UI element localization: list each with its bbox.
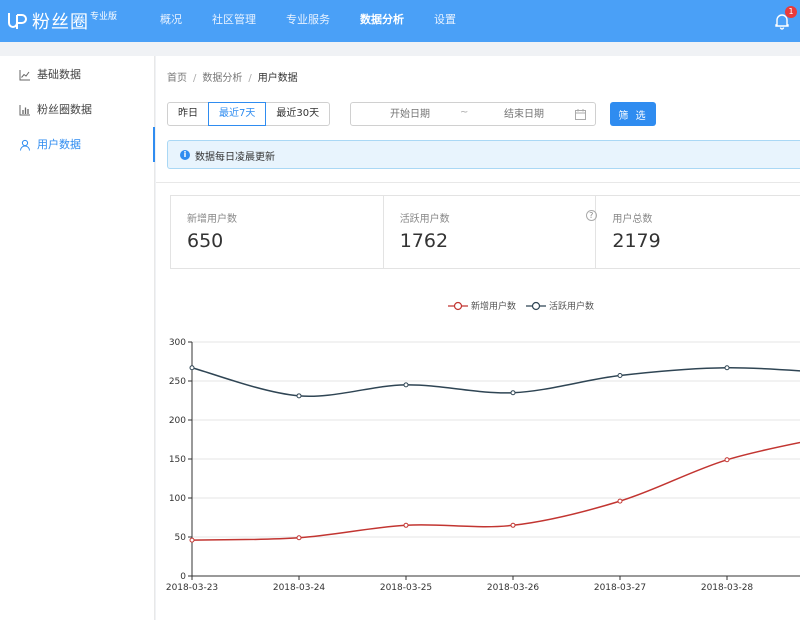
bar-chart-icon <box>19 105 30 116</box>
y-tick-label: 50 <box>175 533 187 543</box>
logo-icon <box>8 13 27 29</box>
y-tick-label: 300 <box>169 338 186 348</box>
legend-marker-icon <box>526 301 547 310</box>
logo[interactable]: 粉丝圈 <box>6 8 89 34</box>
info-alert: i 数据每日凌晨更新 <box>167 140 800 169</box>
stat-value: 1762 <box>399 230 449 252</box>
legend-label: 新增用户数 <box>471 302 517 312</box>
sidebar-item-fan-circle-data[interactable]: 粉丝圈数据 <box>0 92 154 127</box>
stat-label: 用户总数 <box>612 214 653 225</box>
x-tick-label: 2018-03-27 <box>594 583 646 593</box>
x-tick-label: 2018-03-28 <box>701 583 754 593</box>
nav-item-community[interactable]: 社区管理 <box>212 0 256 42</box>
stat-new-users: 新增用户数 650 <box>171 196 384 268</box>
chart-legend: 新增用户数 活跃用户数 <box>448 299 604 312</box>
legend-item-new-users[interactable]: 新增用户数 <box>448 299 516 312</box>
data-point <box>617 498 623 504</box>
logo-text: 粉丝圈 <box>32 12 89 33</box>
data-point <box>403 522 409 528</box>
data-point <box>296 535 302 541</box>
nav-item-overview[interactable]: 概况 <box>160 0 182 42</box>
stat-value: 2179 <box>612 230 661 252</box>
breadcrumb-separator: / <box>248 73 252 84</box>
data-point <box>403 382 409 388</box>
stat-label: 新增用户数 <box>187 214 237 225</box>
legend-item-active-users[interactable]: 活跃用户数 <box>526 299 594 312</box>
end-date-input[interactable] <box>479 107 569 121</box>
data-point <box>724 457 730 463</box>
data-point <box>510 522 516 528</box>
stat-active-users: 活跃用户数 ? 1762 <box>384 196 597 268</box>
main-nav: 概况 社区管理 专业服务 数据分析 设置 <box>160 0 486 42</box>
y-tick-label: 200 <box>169 416 186 426</box>
breadcrumb: 首页 / 数据分析 / 用户数据 <box>167 69 298 84</box>
top-navbar: 粉丝圈 专业版 概况 社区管理 专业服务 数据分析 设置 1 <box>0 0 800 42</box>
start-date-input[interactable] <box>365 107 455 121</box>
y-tick-label: 0 <box>180 572 186 582</box>
nav-item-pro-services[interactable]: 专业服务 <box>286 0 330 42</box>
sidebar-item-user-data[interactable]: 用户数据 <box>0 127 155 162</box>
edition-label: 专业版 <box>90 12 118 22</box>
date-range-separator: ~ <box>460 107 469 118</box>
stats-panel: 新增用户数 650 活跃用户数 ? 1762 用户总数 2179 <box>170 195 800 269</box>
sidebar-item-label: 基础数据 <box>37 68 81 81</box>
info-icon: i <box>180 150 190 160</box>
range-yesterday-button[interactable]: 昨日 <box>167 102 209 126</box>
legend-marker-icon <box>448 301 468 310</box>
line-chart: 0 50 100 150 200 250 300 2018-03-23 2018-03-24 20… <box>166 338 800 593</box>
legend-label: 活跃用户数 <box>549 302 595 312</box>
y-tick-label: 100 <box>169 494 186 504</box>
line-chart-icon <box>19 70 30 81</box>
stat-label: 活跃用户数 <box>399 214 450 225</box>
calendar-icon[interactable] <box>575 109 586 120</box>
series-line <box>191 441 800 541</box>
divider <box>156 182 800 183</box>
notification-badge: 1 <box>785 6 797 18</box>
series-line <box>191 366 800 397</box>
breadcrumb-current: 用户数据 <box>257 73 298 84</box>
sidebar-item-label: 粉丝圈数据 <box>37 103 92 116</box>
y-tick-label: 150 <box>169 455 186 465</box>
data-point <box>189 365 195 371</box>
x-tick-label: 2018-03-23 <box>166 583 218 593</box>
sidebar: 基础数据 粉丝圈数据 用户数据 <box>0 56 155 620</box>
data-point <box>617 373 623 379</box>
range-30-days-button[interactable]: 最近30天 <box>265 102 331 126</box>
data-point <box>296 393 302 399</box>
y-tick-label: 250 <box>169 377 186 387</box>
stat-value: 650 <box>187 230 224 252</box>
date-range-tabs: 昨日 最近7天 最近30天 <box>167 102 331 126</box>
x-tick-label: 2018-03-24 <box>273 583 326 593</box>
x-tick-label: 2018-03-26 <box>487 583 540 593</box>
breadcrumb-home[interactable]: 首页 <box>167 73 187 84</box>
nav-item-settings[interactable]: 设置 <box>434 0 456 42</box>
breadcrumb-separator: / <box>193 73 197 84</box>
alert-text: 数据每日凌晨更新 <box>195 152 275 163</box>
range-7-days-button[interactable]: 最近7天 <box>208 102 267 126</box>
data-point <box>189 537 195 543</box>
data-point <box>510 390 516 396</box>
sidebar-item-basic-data[interactable]: 基础数据 <box>0 57 154 92</box>
user-icon <box>20 139 30 151</box>
nav-item-data-analysis[interactable]: 数据分析 <box>360 0 404 42</box>
sidebar-item-label: 用户数据 <box>37 138 81 151</box>
x-tick-label: 2018-03-25 <box>380 583 432 593</box>
date-range-picker[interactable]: ~ <box>350 102 596 126</box>
help-icon[interactable]: ? <box>585 210 597 221</box>
breadcrumb-section[interactable]: 数据分析 <box>202 73 242 84</box>
main-content: 首页 / 数据分析 / 用户数据 昨日 最近7天 最近30天 ~ 筛 选 i 数据每日凌… <box>156 56 800 620</box>
data-point <box>724 365 730 371</box>
stat-total-users: 用户总数 2179 <box>596 196 800 268</box>
filter-button[interactable]: 筛 选 <box>610 102 656 126</box>
